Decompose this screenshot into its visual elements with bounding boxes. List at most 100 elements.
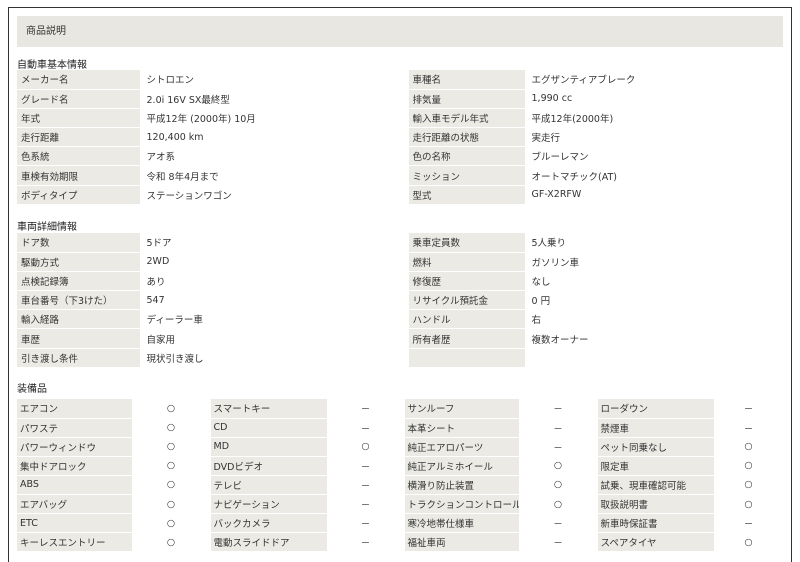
- spec-value: エグザンティアブレーク: [525, 70, 784, 90]
- equipment-mark: ○: [519, 475, 598, 495]
- spec-row: 輸入経路 ディーラー車 ハンドル右: [17, 309, 784, 330]
- equipment-name: エアコン: [17, 399, 133, 419]
- panel-title: 商品説明: [17, 16, 783, 47]
- spec-row: 車検有効期限 令和 8年4月まで ミッション オートマチック(AT): [17, 165, 784, 186]
- spec-label: 年式: [17, 108, 141, 129]
- equipment-name: 取扱説明書: [597, 494, 715, 515]
- spec-row: ドア数 5ドア 乗車定員数 5人乗り: [17, 233, 784, 253]
- equipment-name: 試乗、現車確認可能: [597, 475, 715, 495]
- spec-value: [525, 348, 784, 368]
- spec-row: 走行距離 120,400 km 走行距離の状態 実走行: [17, 127, 784, 148]
- spec-label: 車台番号（下3けた）: [17, 290, 141, 311]
- spec-value: GF-X2RFW: [525, 185, 784, 205]
- spec-value: ステーションワゴン: [140, 185, 409, 205]
- equipment-name: ペット同乗なし: [597, 437, 715, 457]
- spec-value: ブルーレマン: [525, 146, 784, 167]
- equipment-mark: －: [327, 494, 405, 515]
- spec-label: メーカー名: [17, 70, 141, 90]
- spec-value: ディーラー車: [140, 309, 409, 330]
- spec-label: 駆動方式: [17, 252, 141, 272]
- spec-value: 1,990 cc: [525, 89, 784, 109]
- equipment-mark: ○: [132, 437, 211, 457]
- equipment-mark: ○: [714, 475, 784, 495]
- spec-value: 複数オーナー: [525, 328, 784, 349]
- spec-value: アオ系: [140, 146, 409, 167]
- equipment-mark: ○: [714, 437, 784, 457]
- spec-label: ハンドル: [408, 309, 526, 330]
- equipment-mark: ○: [132, 399, 211, 419]
- spec-label: 輸入車モデル年式: [408, 108, 526, 129]
- spec-value: 2.0i 16V SX最終型: [140, 89, 409, 109]
- spec-label: 走行距離の状態: [408, 127, 526, 148]
- spec-value: 平成12年(2000年): [525, 108, 784, 129]
- equipment-mark: －: [327, 513, 405, 534]
- equipment-name: 寒冷地帯仕様車: [404, 513, 520, 534]
- equipment-mark: －: [327, 475, 405, 495]
- spec-label: 点検記録簿: [17, 271, 141, 292]
- equipment-name: ETC: [17, 513, 133, 534]
- equipment-mark: ○: [714, 494, 784, 515]
- equipment-name: スマートキー: [210, 399, 328, 419]
- spec-value: 0 円: [525, 290, 784, 311]
- equipment-mark: ○: [714, 532, 784, 553]
- equipment-name: ABS: [17, 475, 133, 495]
- equipment-row: パワステ ○ CD －本革シート－禁煙車－: [17, 418, 784, 438]
- equipment-row: 集中ドアロック ○ DVDビデオ－純正アルミホイール ○ 限定車 ○: [17, 456, 784, 476]
- equipment-name: ナビゲーション: [210, 494, 328, 515]
- equipment-mark: －: [327, 399, 405, 419]
- equipment-mark: ○: [519, 456, 598, 476]
- equipment-name: トラクションコントロール: [404, 494, 520, 515]
- equipment-mark: －: [327, 456, 405, 476]
- equipment-name: 本革シート: [404, 418, 520, 438]
- spec-row: 車台番号（下3けた） 547 リサイクル預託金 0 円: [17, 290, 784, 311]
- spec-label: グレード名: [17, 89, 141, 109]
- equipment-mark: －: [519, 437, 598, 457]
- spec-label: 色の名称: [408, 146, 526, 167]
- equipment-name: CD: [210, 418, 328, 438]
- equipment-row: キーレスエントリー ○ 電動スライドドア－福祉車両－スペアタイヤ ○: [17, 532, 784, 553]
- basic-info-table: メーカー名 シトロエン 車種名 エグザンティアブレーク グレード名 2.0i 16V SX…: [17, 70, 784, 205]
- spec-value: 現状引き渡し: [140, 348, 409, 368]
- equipment-name: 新車時保証書: [597, 513, 715, 534]
- equipment-name: 純正アルミホイール: [404, 456, 520, 476]
- spec-value: 自家用: [140, 328, 409, 349]
- spec-value: 5人乗り: [525, 233, 784, 253]
- spec-row: 年式 平成12年 (2000年) 10月 輸入車モデル年式 平成12年(2000年): [17, 108, 784, 129]
- equipment-name: ローダウン: [597, 399, 715, 419]
- spec-row: グレード名 2.0i 16V SX最終型 排気量 1,990 cc: [17, 89, 784, 109]
- spec-label: 引き渡し条件: [17, 348, 141, 368]
- equipment-mark: ○: [132, 456, 211, 476]
- spec-value: なし: [525, 271, 784, 292]
- spec-value: 実走行: [525, 127, 784, 148]
- spec-label: ドア数: [17, 233, 141, 253]
- equipment-name: パワステ: [17, 418, 133, 438]
- spec-label: リサイクル預託金: [408, 290, 526, 311]
- equipment-name: 福祉車両: [404, 532, 520, 553]
- equipment-name: テレビ: [210, 475, 328, 495]
- spec-value: ガソリン車: [525, 252, 784, 272]
- spec-label: ミッション: [408, 165, 526, 186]
- spec-label: 輸入経路: [17, 309, 141, 330]
- spec-row: 色系統 アオ系 色の名称 ブルーレマン: [17, 146, 784, 167]
- spec-row: 駆動方式 2WD 燃料 ガソリン車: [17, 252, 784, 272]
- spec-value: 右: [525, 309, 784, 330]
- equipment-name: キーレスエントリー: [17, 532, 133, 553]
- equipment-name: サンルーフ: [404, 399, 520, 419]
- section-title-equipment: 装備品: [17, 384, 47, 395]
- equipment-name: 横滑り防止装置: [404, 475, 520, 495]
- spec-value: 5ドア: [140, 233, 409, 253]
- equipment-mark: ○: [714, 456, 784, 476]
- equipment-mark: ○: [327, 437, 405, 457]
- equipment-mark: －: [519, 418, 598, 438]
- spec-value: 令和 8年4月まで: [140, 165, 409, 186]
- equipment-name: スペアタイヤ: [597, 532, 715, 553]
- spec-value: 120,400 km: [140, 127, 409, 148]
- equipment-row: エアバッグ ○ ナビゲーション－トラクションコントロール ○ 取扱説明書 ○: [17, 494, 784, 515]
- equipment-table: エアコン ○ スマートキー－サンルーフ－ローダウン－パワステ ○ CD －本革シート－禁煙…: [17, 399, 784, 553]
- equipment-name: エアバッグ: [17, 494, 133, 515]
- equipment-name: 電動スライドドア: [210, 532, 328, 553]
- equipment-row: エアコン ○ スマートキー－サンルーフ－ローダウン－: [17, 399, 784, 419]
- equipment-mark: ○: [132, 418, 211, 438]
- spec-label: 車種名: [408, 70, 526, 90]
- equipment-mark: ○: [132, 532, 211, 553]
